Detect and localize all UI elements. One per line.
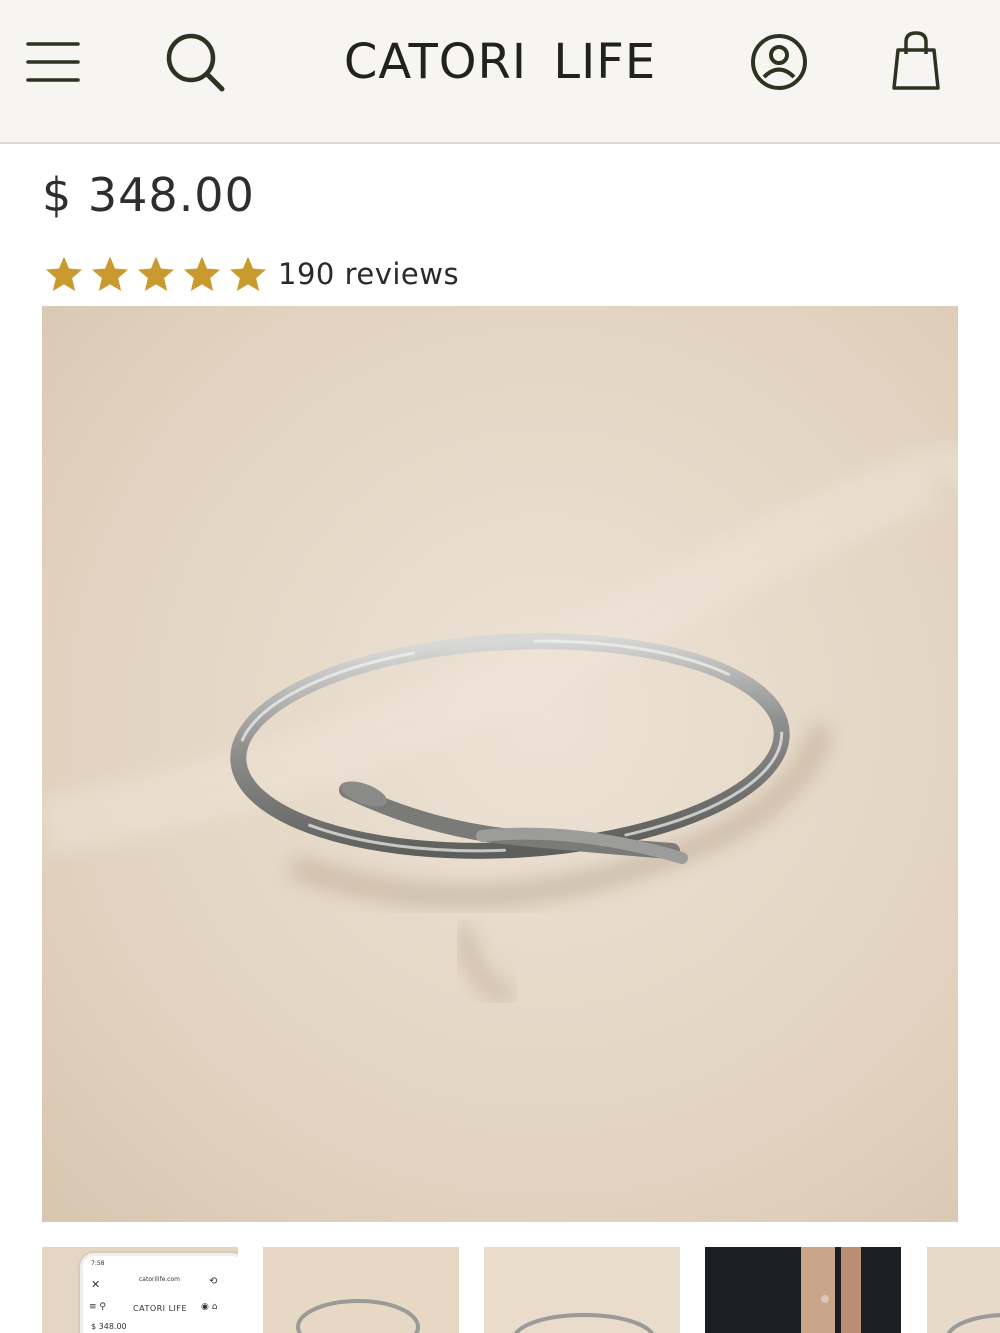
model-thumbnail: [801, 1247, 861, 1333]
thumbnail-logo: CATORI LIFE: [133, 1304, 188, 1313]
user-account-icon: [751, 34, 807, 90]
product-rating[interactable]: 190 reviews: [44, 254, 459, 294]
cart-button[interactable]: [884, 26, 948, 94]
star-icon: [230, 256, 266, 291]
url-text: catorilife.com: [139, 1276, 180, 1283]
star-icon: [138, 256, 174, 291]
menu-button[interactable]: [24, 36, 82, 88]
thumbnail-price: $ 348.00: [91, 1322, 127, 1331]
search-icon: [166, 33, 225, 92]
hamburger-menu-icon: [26, 42, 80, 82]
site-logo[interactable]: CATORI LIFE: [300, 30, 700, 94]
bracelet-photo: [42, 306, 958, 1222]
bracelet-thumbnail: [513, 1313, 655, 1333]
thumbnail-2[interactable]: [263, 1247, 459, 1333]
account-cart-icons: ◉ ⌂: [201, 1302, 218, 1312]
reviews-link[interactable]: 190 reviews: [278, 257, 459, 291]
bracelet-thumbnail: [296, 1299, 420, 1333]
account-button[interactable]: [744, 28, 814, 96]
status-time: 7:58: [91, 1260, 105, 1267]
close-icon: ✕: [91, 1278, 101, 1291]
search-button[interactable]: [160, 28, 230, 96]
history-icon: ⟲: [209, 1276, 218, 1287]
phone-screenshot-thumbnail: 7:58 ✕ catorilife.com ⟲ ≡ ⚲ CATORI LIFE …: [80, 1253, 238, 1333]
site-header: CATORI LIFE: [0, 0, 1000, 144]
bracelet-thumbnail: [946, 1313, 1000, 1333]
thumbnail-3[interactable]: [484, 1247, 680, 1333]
product-main-image[interactable]: [42, 306, 958, 1222]
product-price: $ 348.00: [42, 168, 255, 222]
shopping-bag-icon: [892, 31, 940, 90]
star-icon: [46, 256, 82, 291]
menu-icon: ≡ ⚲: [89, 1302, 106, 1312]
thumbnail-4[interactable]: [705, 1247, 901, 1333]
thumbnail-5[interactable]: [927, 1247, 1000, 1333]
thumbnail-1[interactable]: 7:58 ✕ catorilife.com ⟲ ≡ ⚲ CATORI LIFE …: [42, 1247, 238, 1333]
star-rating: [44, 254, 268, 294]
star-icon: [92, 256, 128, 291]
star-icon: [184, 256, 220, 291]
thumbnail-strip: 7:58 ✕ catorilife.com ⟲ ≡ ⚲ CATORI LIFE …: [42, 1247, 1000, 1333]
